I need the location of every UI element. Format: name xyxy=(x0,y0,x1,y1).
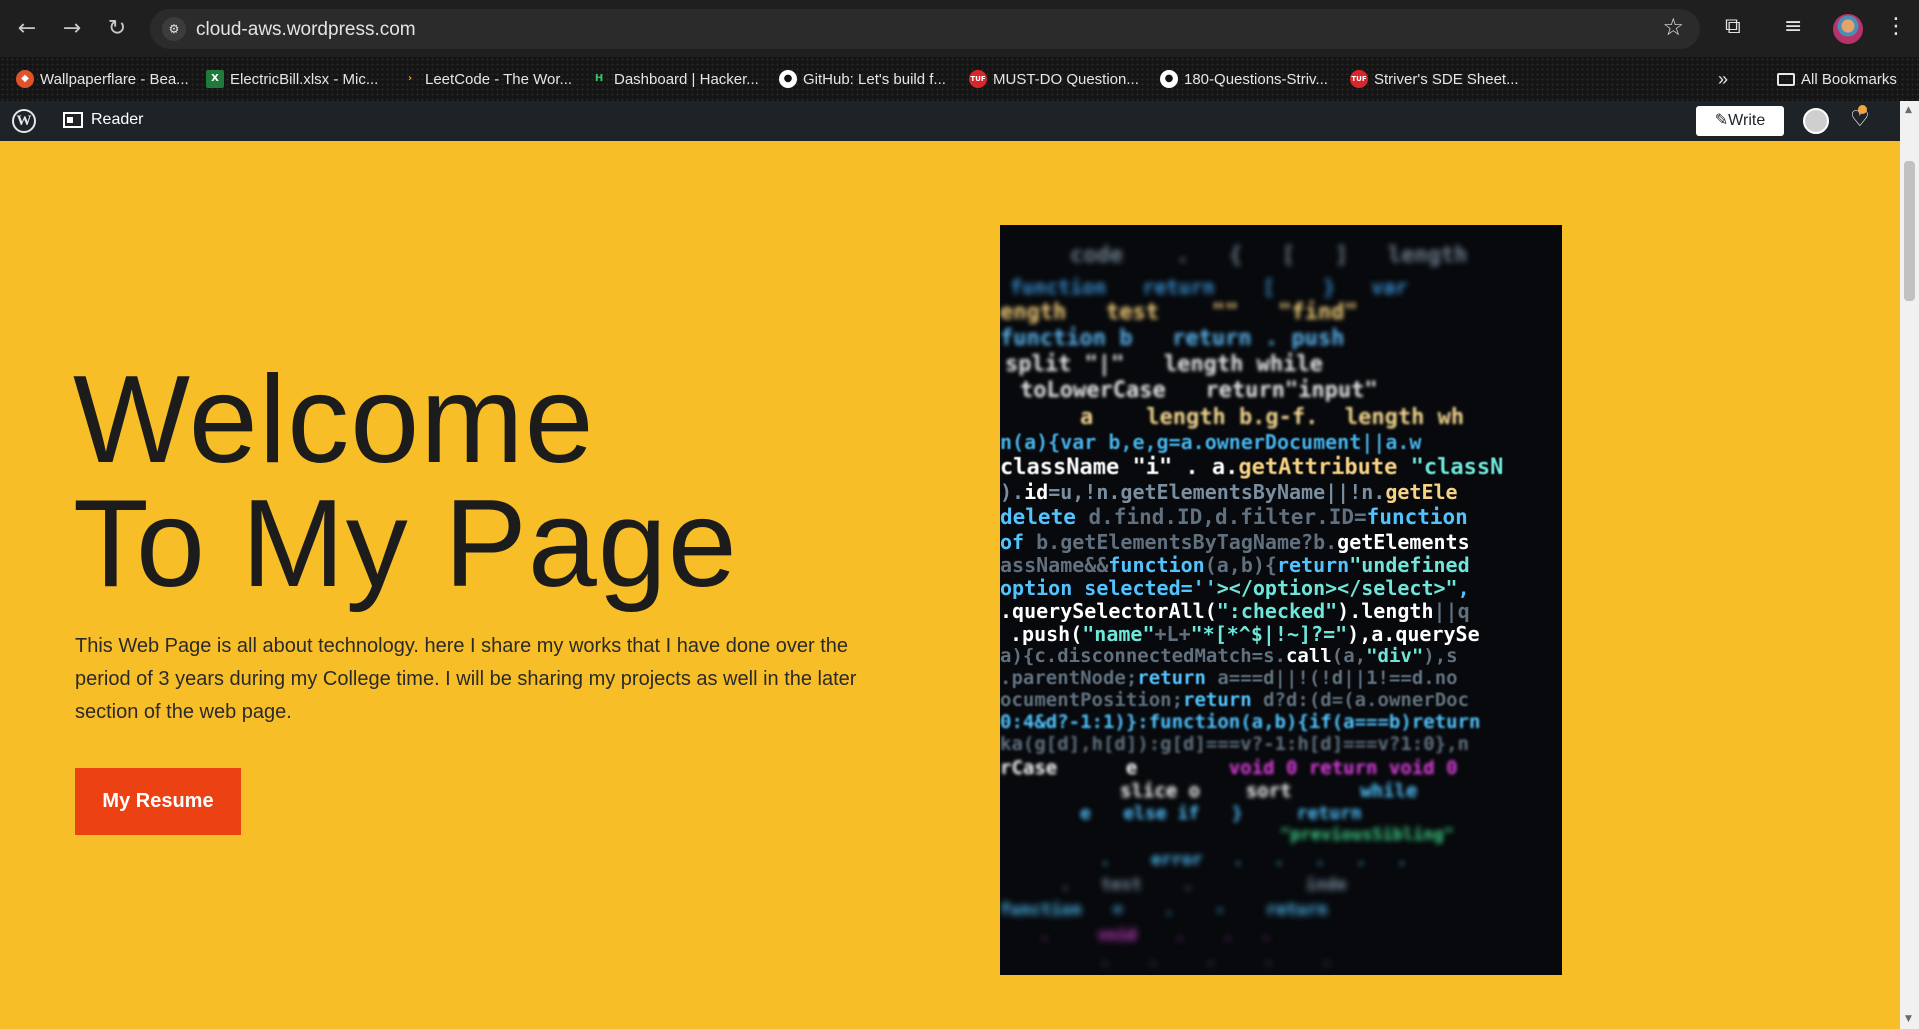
github-icon: ● xyxy=(1160,70,1178,88)
bookmark-item[interactable]: X ElectricBill.xlsx - Mic... xyxy=(206,68,378,90)
bookmark-item[interactable]: ◆ Wallpaperflare - Bea... xyxy=(16,68,189,90)
user-avatar[interactable] xyxy=(1803,108,1829,134)
hackerrank-icon: H xyxy=(594,73,604,84)
hero-description: This Web Page is all about technology. h… xyxy=(75,635,857,723)
reader-label: Reader xyxy=(91,111,144,128)
github-icon: ● xyxy=(779,70,797,88)
bookmark-item[interactable]: TUF Striver's SDE Sheet... xyxy=(1350,68,1519,90)
notification-badge xyxy=(1858,105,1867,114)
page-scrollbar[interactable]: ▲ ▼ xyxy=(1900,101,1919,1029)
reader-link[interactable]: Reader xyxy=(63,111,143,129)
code-texture: code . { [ ] length function return [ } … xyxy=(1000,243,1504,969)
bookmark-item[interactable]: › LeetCode - The Wor... xyxy=(401,68,572,90)
hero-title: Welcome To My Page xyxy=(73,358,738,606)
bookmark-item[interactable]: ● 180-Questions-Striv... xyxy=(1160,68,1328,90)
profile-avatar[interactable] xyxy=(1833,14,1863,44)
tuf-icon: TUF xyxy=(969,70,987,88)
bookmark-label: MUST-DO Question... xyxy=(993,70,1139,88)
media-control-icon[interactable]: ≡ xyxy=(1784,14,1802,39)
all-bookmarks[interactable]: All Bookmarks xyxy=(1777,68,1897,90)
bookmark-label: Dashboard | Hacker... xyxy=(614,70,759,88)
scroll-down-icon[interactable]: ▼ xyxy=(1905,1014,1912,1024)
forward-icon[interactable]: → xyxy=(57,14,87,44)
reload-icon[interactable]: ↻ xyxy=(102,14,132,44)
write-button[interactable]: ✎Write xyxy=(1696,106,1784,136)
browser-toolbar: ← → ↻ ⚙ cloud-aws.wordpress.com ☆ ⧉ ≡ ⋮ xyxy=(0,0,1919,57)
all-bookmarks-label: All Bookmarks xyxy=(1801,70,1897,88)
bookmark-label: GitHub: Let's build f... xyxy=(803,70,946,88)
extensions-icon[interactable]: ⧉ xyxy=(1725,14,1741,39)
address-bar[interactable]: ⚙ cloud-aws.wordpress.com ☆ xyxy=(150,9,1700,49)
write-label: Write xyxy=(1728,112,1766,129)
scroll-up-icon[interactable]: ▲ xyxy=(1905,105,1912,115)
wordpress-logo-icon[interactable]: W xyxy=(12,109,36,133)
excel-icon: X xyxy=(206,70,224,88)
hero-title-line1: Welcome xyxy=(73,351,595,489)
bookmark-star-icon[interactable]: ☆ xyxy=(1662,13,1684,41)
scrollbar-thumb[interactable] xyxy=(1904,161,1915,301)
url-text[interactable]: cloud-aws.wordpress.com xyxy=(196,19,416,41)
bookmark-item[interactable]: H Dashboard | Hacker... xyxy=(590,68,759,90)
bookmark-item[interactable]: TUF MUST-DO Question... xyxy=(969,68,1139,90)
flame-icon: ◆ xyxy=(16,70,34,88)
hero-title-line2: To My Page xyxy=(73,475,738,613)
more-bookmarks-icon[interactable]: » xyxy=(1718,68,1728,90)
site-info-icon[interactable]: ⚙ xyxy=(162,17,186,41)
pen-icon: ✎ xyxy=(1714,112,1729,129)
bookmark-label: 180-Questions-Striv... xyxy=(1184,70,1328,88)
folder-icon xyxy=(1777,72,1795,86)
reader-icon xyxy=(63,112,83,128)
wordpress-admin-bar: W Reader ✎Write ♡ xyxy=(0,101,1900,141)
resume-button[interactable]: My Resume xyxy=(75,768,241,835)
bookmark-label: ElectricBill.xlsx - Mic... xyxy=(230,70,379,88)
tuf-icon: TUF xyxy=(1350,70,1368,88)
menu-icon[interactable]: ⋮ xyxy=(1885,14,1907,39)
leetcode-icon: › xyxy=(407,73,413,84)
bookmark-label: Striver's SDE Sheet... xyxy=(1374,70,1519,88)
back-icon[interactable]: ← xyxy=(12,14,42,44)
bookmarks-bar: ◆ Wallpaperflare - Bea... X ElectricBill… xyxy=(0,57,1919,101)
bookmark-label: LeetCode - The Wor... xyxy=(425,70,573,88)
hero-code-image: code . { [ ] length function return [ } … xyxy=(1000,225,1562,975)
bookmark-item[interactable]: ● GitHub: Let's build f... xyxy=(779,68,946,90)
bookmark-label: Wallpaperflare - Bea... xyxy=(40,70,189,88)
